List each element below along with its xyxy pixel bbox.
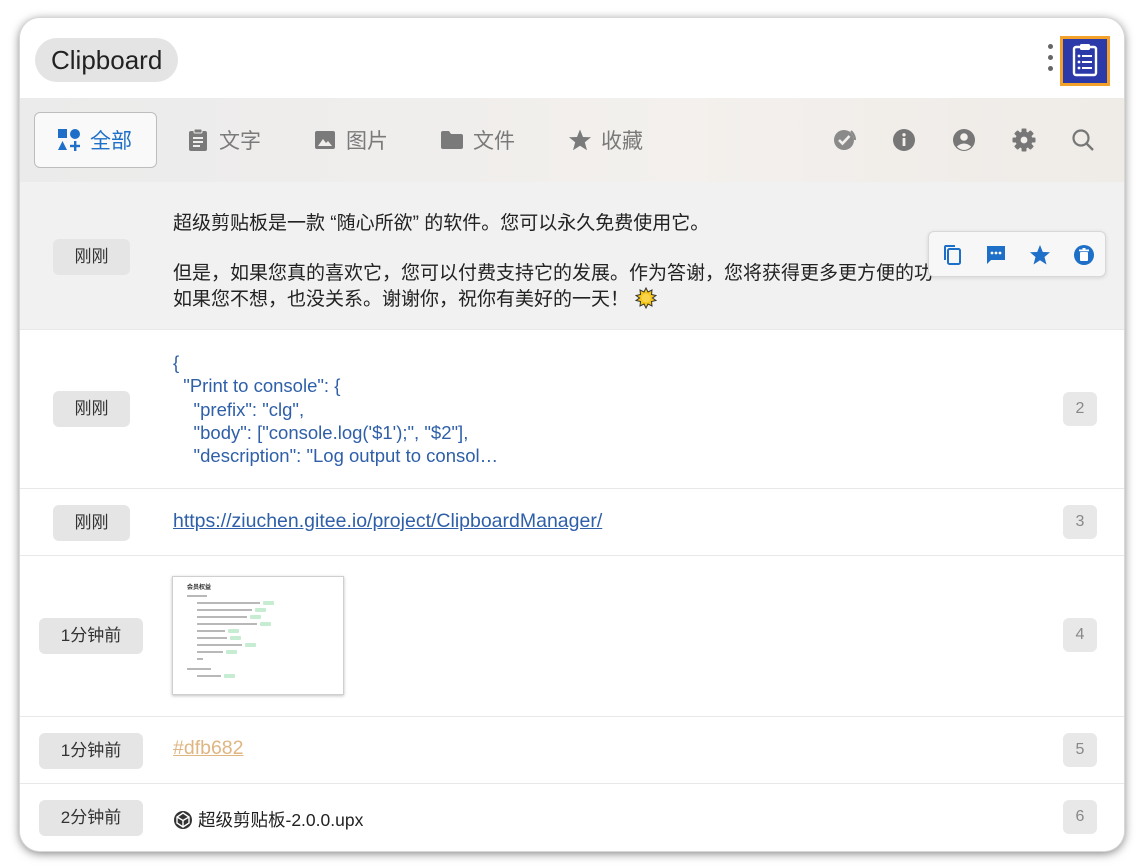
tab-favorites-label: 收藏 (601, 130, 643, 153)
tab-files-label: 文件 (473, 130, 515, 153)
timestamp-badge: 刚刚 (53, 239, 130, 275)
image-icon (313, 128, 337, 152)
category-icon (57, 128, 81, 152)
list-item[interactable]: 1分钟前 #dfb682 5 (20, 717, 1124, 784)
account-icon[interactable] (951, 127, 977, 153)
clipboard-window: Clipboard 全部 文字 图片 文件 收藏 刚刚 超级剪贴板是一款 “随心… (20, 18, 1124, 851)
item-index-badge: 4 (1063, 618, 1097, 652)
star-icon (568, 128, 592, 152)
sun-emoji-icon (634, 286, 658, 309)
list-item[interactable]: 刚刚 https://ziuchen.gitee.io/project/Clip… (20, 489, 1124, 556)
item-index-badge: 6 (1063, 800, 1097, 834)
list-item[interactable]: 刚刚 { "Print to console": { "prefix": "cl… (20, 330, 1124, 489)
toolbar: 全部 文字 图片 文件 收藏 (20, 98, 1124, 182)
item-actions-toolbar (928, 231, 1106, 277)
color-value[interactable]: #dfb682 (173, 737, 244, 760)
app-title: Clipboard (35, 38, 179, 82)
list-item[interactable]: 1分钟前 会员权益 4 (20, 556, 1124, 717)
delete-icon[interactable] (1072, 243, 1096, 267)
tab-favorites[interactable]: 收藏 (568, 112, 643, 168)
item-index-badge: 2 (1063, 392, 1097, 426)
code-snippet: { "Print to console": { "prefix": "clg",… (173, 352, 499, 467)
timestamp-badge: 1分钟前 (39, 733, 143, 769)
item-text-line: 超级剪贴板是一款 “随心所欲” 的软件。您可以永久免费使用它。 (173, 213, 710, 234)
upx-file-icon (173, 810, 193, 830)
timestamp-badge: 刚刚 (53, 391, 130, 427)
more-menu-icon[interactable] (1046, 44, 1054, 76)
title-bar: Clipboard (20, 18, 1124, 98)
search-icon[interactable] (1070, 127, 1096, 153)
image-thumbnail[interactable]: 会员权益 (172, 576, 344, 695)
file-name: 超级剪贴板-2.0.0.upx (198, 810, 364, 830)
tab-text-label: 文字 (219, 130, 261, 153)
item-index-badge: 5 (1063, 733, 1097, 767)
timestamp-badge: 2分钟前 (39, 800, 143, 836)
tab-images-label: 图片 (346, 130, 388, 153)
file-entry[interactable]: 超级剪贴板-2.0.0.upx (173, 807, 363, 832)
timestamp-badge: 1分钟前 (39, 618, 143, 654)
tab-files[interactable]: 文件 (440, 112, 515, 168)
comment-icon[interactable] (984, 243, 1008, 267)
list-item[interactable]: 刚刚 超级剪贴板是一款 “随心所欲” 的软件。您可以永久免费使用它。 但是，如果… (20, 182, 1124, 330)
tab-text[interactable]: 文字 (186, 112, 261, 168)
list-item[interactable]: 2分钟前 超级剪贴板-2.0.0.upx 6 (20, 784, 1124, 851)
info-icon[interactable] (891, 127, 917, 153)
timestamp-badge: 刚刚 (53, 505, 130, 541)
tab-all[interactable]: 全部 (34, 112, 157, 168)
item-link[interactable]: https://ziuchen.gitee.io/project/Clipboa… (173, 510, 602, 533)
folder-icon (440, 128, 464, 152)
item-index-badge: 3 (1063, 505, 1097, 539)
thumbnail-title: 会员权益 (187, 585, 212, 591)
item-text-line: 但是，如果您真的喜欢它，您可以付费支持它的发展。作为答谢，您将获得更多更方便的功 (173, 263, 934, 284)
text-clipboard-icon (186, 128, 210, 152)
tab-all-label: 全部 (90, 130, 132, 153)
select-all-icon[interactable] (831, 127, 857, 153)
settings-icon[interactable] (1011, 127, 1037, 153)
tab-images[interactable]: 图片 (313, 112, 388, 168)
copy-icon[interactable] (940, 243, 964, 267)
clipboard-app-icon[interactable] (1060, 36, 1110, 86)
item-text-line: 如果您不想，也没关系。谢谢你，祝你有美好的一天！ (173, 284, 658, 311)
favorite-star-icon[interactable] (1028, 243, 1052, 267)
